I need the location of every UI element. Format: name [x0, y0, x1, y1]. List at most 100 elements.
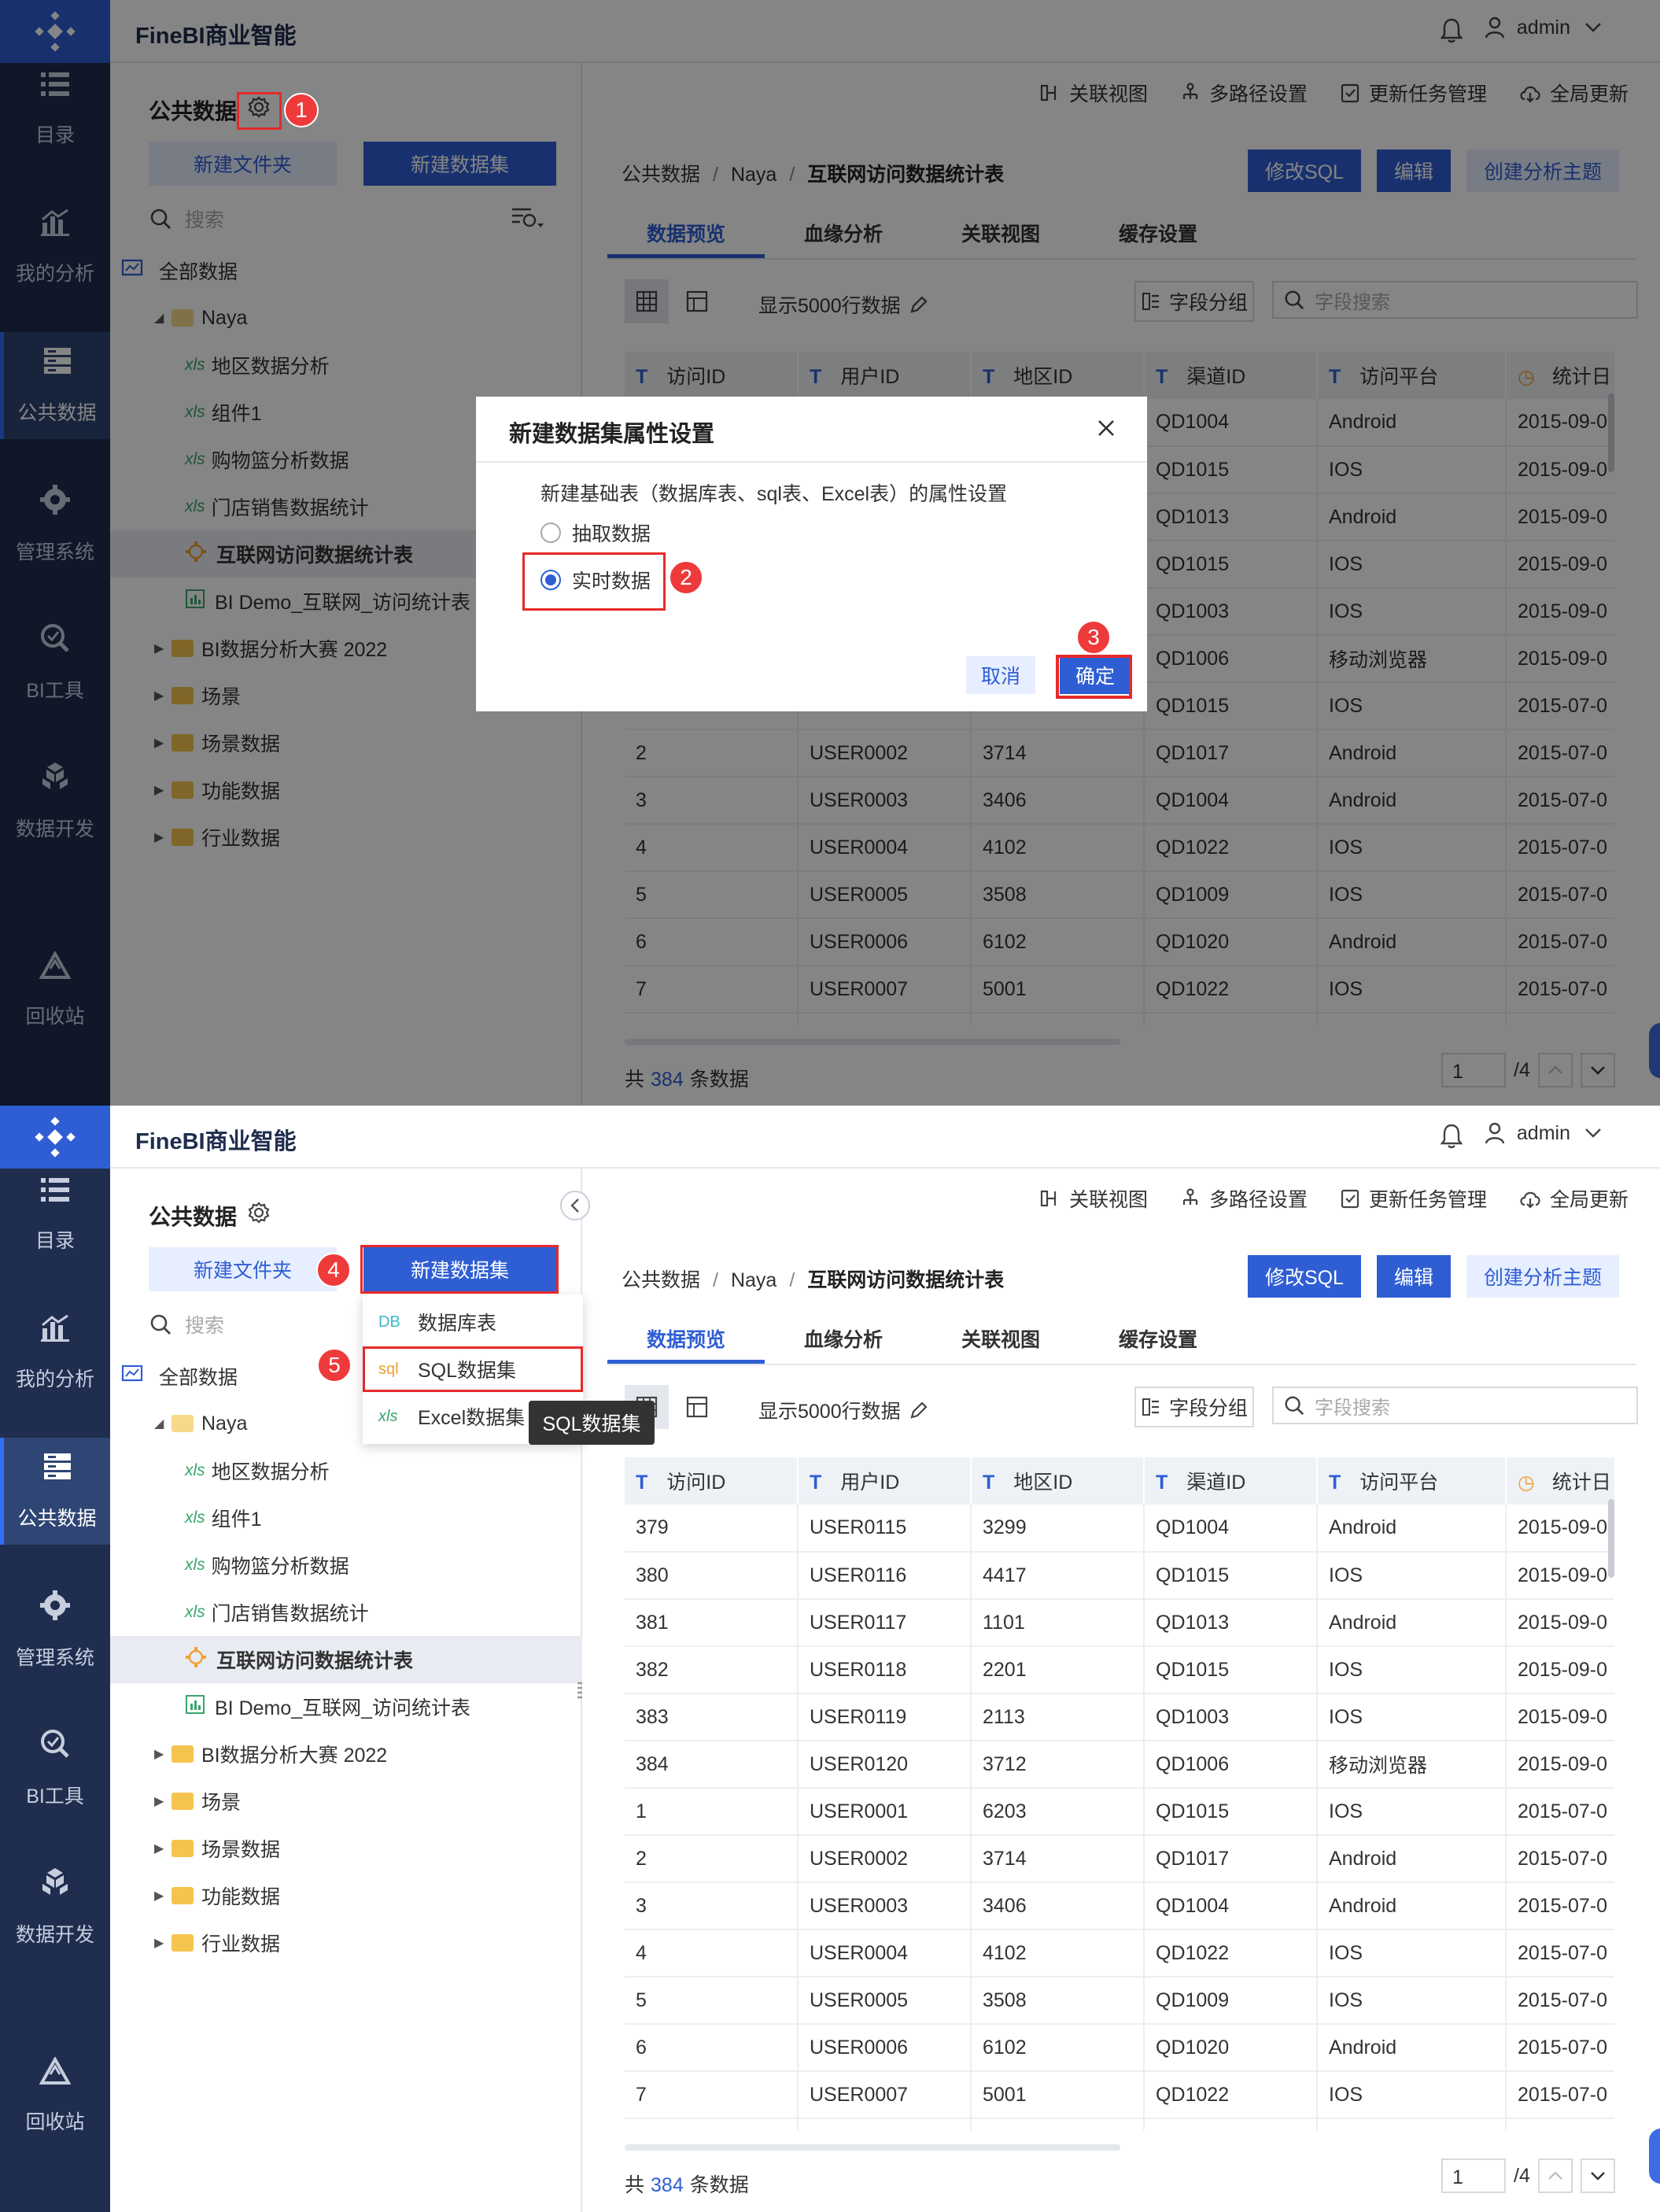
- tab-cache-settings[interactable]: 缓存设置: [1079, 1318, 1237, 1364]
- column-header-label: 访问ID: [666, 1472, 726, 1494]
- table-cell: 2201: [971, 1646, 1145, 1694]
- nav-item-2[interactable]: 公共数据: [0, 1438, 110, 1545]
- user-menu[interactable]: admin: [1484, 1121, 1613, 1145]
- excel-icon: xls: [185, 1461, 205, 1479]
- table-cell: 5: [625, 1977, 799, 2025]
- edit-button[interactable]: 编辑: [1376, 1255, 1451, 1298]
- tab-relation-view[interactable]: 关联视图: [922, 1318, 1079, 1364]
- tab-data-preview[interactable]: 数据预览: [607, 1318, 765, 1364]
- table-cell: Android: [1317, 1882, 1507, 1930]
- breadcrumb-folder[interactable]: Naya: [731, 1269, 777, 1291]
- table-cell: 7: [625, 2071, 799, 2119]
- highlight-box: [1056, 655, 1132, 699]
- column-header[interactable]: ◷ 统计日: [1506, 1457, 1614, 1505]
- settings-gear-icon[interactable]: [247, 1201, 271, 1228]
- tree-item[interactable]: ▶ 行业数据: [110, 1919, 582, 1966]
- table-cell: 3: [625, 1882, 799, 1930]
- tree-item[interactable]: BI Demo_互联网_访问统计表: [110, 1683, 582, 1730]
- app-logo-icon[interactable]: [0, 1106, 110, 1169]
- table-row: 383 USER0119 2113 QD1003 IOS 2015-09-0: [625, 1693, 1614, 1741]
- table-cell: 2015-07-0: [1506, 2071, 1614, 2119]
- column-header[interactable]: T 地区ID: [971, 1457, 1145, 1505]
- table-row: 6 USER0006 6102 QD1020 Android 2015-07-0: [625, 2024, 1614, 2072]
- multipath-button[interactable]: 多路径设置: [1179, 1184, 1308, 1213]
- table-cell: 4102: [971, 1929, 1145, 1978]
- chart-icon: [39, 1314, 71, 1356]
- nav-item-4[interactable]: BI工具: [0, 1715, 110, 1822]
- tree-item[interactable]: ▶ BI数据分析大赛 2022: [110, 1730, 582, 1778]
- excel-icon: xls: [185, 1509, 205, 1527]
- field-search-input[interactable]: 字段搜索: [1272, 1387, 1638, 1424]
- table-cell: QD1004: [1144, 1882, 1318, 1930]
- tree-item[interactable]: 互联网访问数据统计表: [110, 1636, 582, 1683]
- tree-item[interactable]: xls 组件1: [110, 1494, 582, 1542]
- column-header[interactable]: T 访问ID: [625, 1457, 799, 1505]
- tree-item[interactable]: xls 地区数据分析: [110, 1447, 582, 1494]
- tree-item[interactable]: xls 购物篮分析数据: [110, 1542, 582, 1589]
- collapse-panel-icon[interactable]: [560, 1191, 590, 1220]
- table-cell: USER0116: [798, 1552, 972, 1600]
- show-rows-setting[interactable]: 显示5000行数据: [758, 1396, 929, 1424]
- collapse-arrow-icon[interactable]: ▶: [154, 1746, 172, 1762]
- new-folder-button[interactable]: 新建文件夹: [149, 1247, 337, 1291]
- tree-item[interactable]: ▶ 场景数据: [110, 1825, 582, 1872]
- user-name: admin: [1516, 1121, 1570, 1144]
- cube-icon: [39, 1867, 71, 1911]
- table-cell: USER0001: [798, 1788, 972, 1836]
- table-cell: QD1012: [1144, 2118, 1318, 2130]
- tree-item[interactable]: xls 门店销售数据统计: [110, 1589, 582, 1636]
- table-cell: QD1013: [1144, 1599, 1318, 1647]
- extract-data-radio[interactable]: 抽取数据: [540, 519, 651, 547]
- collapse-arrow-icon[interactable]: ▶: [154, 1935, 172, 1951]
- page-input[interactable]: 1: [1441, 2158, 1506, 2193]
- relation-view-button[interactable]: 关联视图: [1039, 1184, 1148, 1213]
- column-header[interactable]: T 用户ID: [798, 1457, 972, 1505]
- vertical-scrollbar[interactable]: [1608, 1499, 1614, 1578]
- edit-sql-button[interactable]: 修改SQL: [1247, 1255, 1361, 1298]
- breadcrumb-root[interactable]: 公共数据: [622, 1269, 700, 1291]
- tab-lineage[interactable]: 血缘分析: [765, 1318, 922, 1364]
- radio-circle[interactable]: [540, 523, 561, 543]
- bell-icon[interactable]: [1440, 1123, 1463, 1154]
- tree-item[interactable]: ▶ 场景: [110, 1778, 582, 1825]
- expand-arrow-icon[interactable]: ◢: [154, 1416, 172, 1431]
- table-cell: 2015-09-0: [1506, 1741, 1614, 1789]
- table-cell: 1: [625, 1788, 799, 1836]
- nav-item-0[interactable]: 目录: [0, 1161, 110, 1268]
- update-task-button[interactable]: 更新任务管理: [1339, 1184, 1487, 1213]
- table-cell: USER0002: [798, 1835, 972, 1883]
- close-icon[interactable]: [1097, 419, 1116, 441]
- side-float-tab[interactable]: [1649, 2129, 1660, 2184]
- tree-item-label: 全部数据: [159, 1367, 238, 1389]
- table-cell: 1101: [971, 1599, 1145, 1647]
- nav-item-5[interactable]: 数据开发: [0, 1853, 110, 1960]
- table-row: 381 USER0117 1101 QD1013 Android 2015-09-0: [625, 1599, 1614, 1647]
- column-header[interactable]: T 渠道ID: [1144, 1457, 1318, 1505]
- row-count-number: 384: [651, 2174, 684, 2196]
- table-cell: 3508: [971, 1977, 1145, 2025]
- field-group-button[interactable]: 字段分组: [1134, 1387, 1254, 1427]
- page-down-icon[interactable]: [1580, 2158, 1615, 2193]
- data-grid: T 访问ID T 用户ID T 地区ID T 渠道ID T 访问平台 ◷ 统计日 379 USER0115…: [625, 1457, 1614, 2130]
- layout-view-icon[interactable]: [675, 1385, 719, 1429]
- table-cell: 2015-07-0: [1506, 2118, 1614, 2130]
- tree-item[interactable]: ▶ 功能数据: [110, 1872, 582, 1919]
- global-update-button[interactable]: 全局更新: [1518, 1184, 1629, 1213]
- collapse-arrow-icon[interactable]: ▶: [154, 1888, 172, 1904]
- collapse-arrow-icon[interactable]: ▶: [154, 1841, 172, 1856]
- table-cell: 384: [625, 1741, 799, 1789]
- nav-item-3[interactable]: 管理系统: [0, 1576, 110, 1683]
- page-up-icon[interactable]: [1537, 2158, 1573, 2193]
- menu-item-db-table[interactable]: DB 数据库表: [363, 1299, 583, 1345]
- column-header-label: 用户ID: [840, 1472, 900, 1494]
- table-cell: QD1006: [1144, 1741, 1318, 1789]
- nav-item-1[interactable]: 我的分析: [0, 1299, 110, 1406]
- row-count: 共 384 条数据: [625, 2170, 749, 2198]
- column-header[interactable]: T 访问平台: [1317, 1457, 1507, 1505]
- horizontal-scrollbar[interactable]: [625, 2144, 1120, 2151]
- create-theme-button[interactable]: 创建分析主题: [1466, 1255, 1619, 1298]
- nav-item-6[interactable]: 回收站: [0, 2042, 110, 2149]
- cancel-button[interactable]: 取消: [966, 656, 1035, 694]
- collapse-arrow-icon[interactable]: ▶: [154, 1793, 172, 1809]
- drag-handle-icon[interactable]: [577, 1681, 582, 1700]
